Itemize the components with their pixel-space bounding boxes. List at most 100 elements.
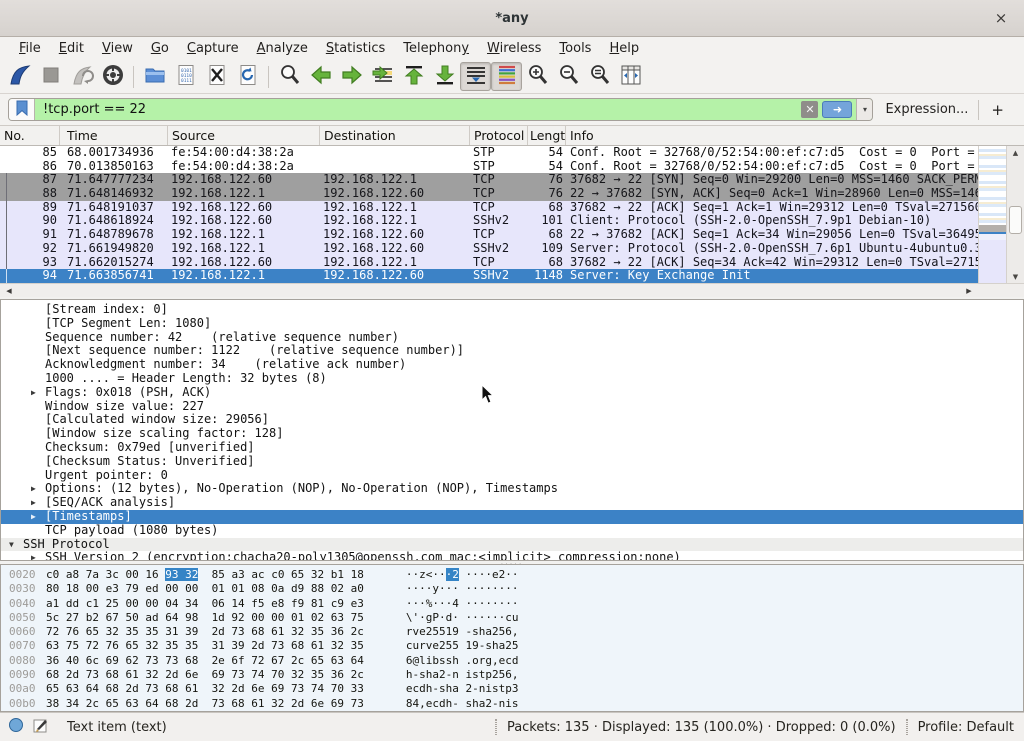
packet-list-vertical-scrollbar[interactable]: ▲ ▼: [1006, 146, 1024, 283]
detail-line[interactable]: [TCP Segment Len: 1080]: [1, 317, 1023, 331]
zoom-reset-button[interactable]: [584, 62, 615, 91]
hex-row[interactable]: 009068 2d 73 68 61 32 2d 6e 69 73 74 70 …: [1, 668, 1023, 682]
packet-row-91[interactable]: 9171.648789678192.168.122.1192.168.122.6…: [0, 228, 978, 242]
column-header-no[interactable]: No.: [0, 126, 60, 145]
detail-line[interactable]: 1000 .... = Header Length: 32 bytes (8): [1, 372, 1023, 386]
hex-row[interactable]: 007063 75 72 76 65 32 35 35 31 39 2d 73 …: [1, 639, 1023, 653]
hex-row[interactable]: 006072 76 65 32 35 35 31 39 2d 73 68 61 …: [1, 625, 1023, 639]
open-file-button[interactable]: [139, 62, 170, 91]
packet-row-90[interactable]: 9071.648618924192.168.122.60192.168.122.…: [0, 214, 978, 228]
menu-file[interactable]: File: [10, 39, 50, 58]
detail-line-seq-ack[interactable]: ▶[SEQ/ACK analysis]: [1, 496, 1023, 510]
detail-line[interactable]: Checksum: 0x79ed [unverified]: [1, 441, 1023, 455]
find-packet-button[interactable]: [274, 62, 305, 91]
detail-line[interactable]: Window size value: 227: [1, 400, 1023, 414]
expert-info-button[interactable]: [8, 717, 24, 737]
intelligent-scrollbar-minimap[interactable]: [978, 146, 1006, 283]
go-back-button[interactable]: [305, 62, 336, 91]
menu-analyze[interactable]: Analyze: [248, 39, 317, 58]
column-header-source[interactable]: Source: [168, 126, 320, 145]
hex-row[interactable]: 00b038 34 2c 65 63 64 68 2d 73 68 61 32 …: [1, 697, 1023, 711]
menu-capture[interactable]: Capture: [178, 39, 248, 58]
scroll-up-icon[interactable]: ▲: [1007, 146, 1024, 159]
filter-apply-button[interactable]: ➜: [822, 101, 852, 118]
profile-label[interactable]: Profile: Default: [918, 720, 1014, 735]
stop-capture-button[interactable]: [35, 62, 66, 91]
menu-help[interactable]: Help: [600, 39, 648, 58]
packet-row-93[interactable]: 9371.662015274192.168.122.60192.168.122.…: [0, 256, 978, 270]
detail-line[interactable]: Sequence number: 42 (relative sequence n…: [1, 331, 1023, 345]
packet-list-horizontal-scrollbar[interactable]: ◀ ▶: [0, 283, 1024, 297]
resize-columns-button[interactable]: [615, 62, 646, 91]
hex-row[interactable]: 003080 18 00 e3 79 ed 00 00 01 01 08 0a …: [1, 582, 1023, 596]
detail-line[interactable]: Urgent pointer: 0: [1, 469, 1023, 483]
detail-line[interactable]: [Window size scaling factor: 128]: [1, 427, 1023, 441]
collapse-arrow-icon[interactable]: ▼: [9, 538, 14, 552]
column-header-length[interactable]: Length: [528, 126, 566, 145]
column-header-time[interactable]: Time: [60, 126, 168, 145]
filter-clear-button[interactable]: ✕: [801, 101, 818, 118]
add-filter-button[interactable]: +: [979, 101, 1016, 119]
detail-line[interactable]: Acknowledgment number: 34 (relative ack …: [1, 358, 1023, 372]
save-file-button[interactable]: 010101100111: [170, 62, 201, 91]
expand-arrow-icon[interactable]: ▶: [31, 551, 36, 561]
auto-scroll-toggle[interactable]: [460, 62, 491, 91]
menu-statistics[interactable]: Statistics: [317, 39, 394, 58]
start-capture-button[interactable]: [4, 62, 35, 91]
menu-telephony[interactable]: Telephony: [394, 39, 478, 58]
packet-row-88[interactable]: 8871.648146932192.168.122.1192.168.122.6…: [0, 187, 978, 201]
close-file-button[interactable]: [201, 62, 232, 91]
packet-row-86[interactable]: 8670.013850163fe:54:00:d4:38:2aSTP54Conf…: [0, 160, 978, 174]
packet-row-94-selected[interactable]: 9471.663856741192.168.122.1192.168.122.6…: [0, 269, 978, 283]
capture-options-button[interactable]: [97, 62, 128, 91]
colorize-toggle[interactable]: [491, 62, 522, 91]
reload-file-button[interactable]: [232, 62, 263, 91]
capture-comment-button[interactable]: [32, 717, 49, 738]
expression-button[interactable]: Expression...: [885, 102, 968, 117]
restart-capture-button[interactable]: [66, 62, 97, 91]
go-to-bottom-button[interactable]: [429, 62, 460, 91]
zoom-in-button[interactable]: [522, 62, 553, 91]
display-filter-input[interactable]: [35, 99, 801, 120]
expand-arrow-icon[interactable]: ▶: [31, 482, 36, 496]
packet-row-92[interactable]: 9271.661949820192.168.122.1192.168.122.6…: [0, 242, 978, 256]
go-forward-button[interactable]: [336, 62, 367, 91]
packet-row-89[interactable]: 8971.648191037192.168.122.60192.168.122.…: [0, 201, 978, 215]
expand-arrow-icon[interactable]: ▶: [31, 386, 36, 400]
hex-row[interactable]: 00a065 63 64 68 2d 73 68 61 32 2d 6e 69 …: [1, 682, 1023, 696]
detail-line[interactable]: [Stream index: 0]: [1, 303, 1023, 317]
hex-row[interactable]: 0020c0 a8 7a 3c 00 16 93 32 85 a3 ac c0 …: [1, 568, 1023, 582]
close-icon[interactable]: ×: [992, 9, 1010, 27]
column-header-protocol[interactable]: Protocol: [470, 126, 528, 145]
detail-line-options[interactable]: ▶Options: (12 bytes), No-Operation (NOP)…: [1, 482, 1023, 496]
filter-history-dropdown[interactable]: ▾: [856, 99, 872, 120]
expand-arrow-icon[interactable]: ▶: [31, 496, 36, 510]
packet-row-85[interactable]: 8568.001734936fe:54:00:d4:38:2aSTP54Conf…: [0, 146, 978, 160]
detail-line[interactable]: TCP payload (1080 bytes): [1, 524, 1023, 538]
menu-go[interactable]: Go: [142, 39, 178, 58]
go-to-packet-button[interactable]: [367, 62, 398, 91]
detail-line[interactable]: [Checksum Status: Unverified]: [1, 455, 1023, 469]
hex-row[interactable]: 0040a1 dd c1 25 00 00 04 34 06 14 f5 e8 …: [1, 597, 1023, 611]
column-header-info[interactable]: Info: [566, 126, 1024, 145]
column-header-destination[interactable]: Destination: [320, 126, 470, 145]
go-to-top-button[interactable]: [398, 62, 429, 91]
menu-edit[interactable]: Edit: [50, 39, 93, 58]
menu-view[interactable]: View: [93, 39, 142, 58]
detail-line-ssh-protocol[interactable]: ▼SSH Protocol: [1, 538, 1023, 552]
detail-line[interactable]: [Calculated window size: 29056]: [1, 413, 1023, 427]
menu-tools[interactable]: Tools: [550, 39, 600, 58]
filter-bookmark-button[interactable]: [9, 99, 35, 120]
scroll-down-icon[interactable]: ▼: [1007, 270, 1024, 283]
scroll-right-icon[interactable]: ▶: [962, 285, 976, 297]
hex-row[interactable]: 008036 40 6c 69 62 73 73 68 2e 6f 72 67 …: [1, 654, 1023, 668]
expand-arrow-icon[interactable]: ▶: [31, 510, 36, 524]
hex-row[interactable]: 00505c 27 b2 67 50 ad 64 98 1d 92 00 00 …: [1, 611, 1023, 625]
detail-line[interactable]: [Next sequence number: 1122 (relative se…: [1, 344, 1023, 358]
zoom-out-button[interactable]: [553, 62, 584, 91]
scroll-left-icon[interactable]: ◀: [2, 285, 16, 297]
vertical-scrollbar-thumb[interactable]: [1009, 206, 1022, 234]
detail-line-flags[interactable]: ▶Flags: 0x018 (PSH, ACK): [1, 386, 1023, 400]
menu-wireless[interactable]: Wireless: [478, 39, 550, 58]
detail-line-timestamps-selected[interactable]: ▶[Timestamps]: [1, 510, 1023, 524]
